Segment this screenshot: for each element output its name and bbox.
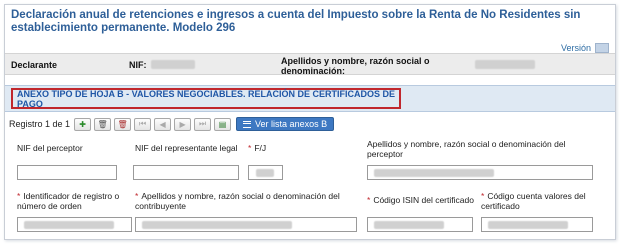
perceptor-name-redacted	[374, 169, 494, 177]
first-icon[interactable]: ⏮	[134, 117, 152, 131]
cuenta-valores-redacted	[488, 221, 568, 229]
contribuyente-name-redacted	[142, 221, 292, 229]
name-value-redacted	[475, 60, 535, 69]
validate-icon[interactable]: ▤	[214, 117, 232, 131]
record-toolbar: Registro 1 de 1 ✚ 🗑 🗑 ⏮ ◀ ▶ ⏭ ▤ Ver list…	[9, 117, 335, 131]
view-annex-list-button[interactable]: Ver lista anexos B	[236, 117, 335, 131]
list-icon	[243, 120, 252, 128]
required-mark: *	[17, 191, 21, 201]
next-icon[interactable]: ▶	[174, 117, 192, 131]
name-label: Apellidos y nombre, razón social o denom…	[281, 56, 430, 76]
previous-icon[interactable]: ◀	[154, 117, 172, 131]
required-mark: *	[367, 195, 371, 205]
record-counter: Registro 1 de 1	[9, 119, 71, 129]
nif-label: NIF:	[129, 60, 147, 70]
add-record-icon[interactable]: ✚	[74, 117, 92, 131]
declarante-bar: Declarante NIF: Apellidos y nombre, razó…	[5, 53, 615, 76]
cuenta-valores-field[interactable]	[481, 217, 593, 232]
annex-section-bar: ANEXO TIPO DE HOJA B - VALORES NEGOCIABL…	[5, 85, 615, 112]
cuenta-valores-label: * Código cuenta valores del certificado	[481, 191, 607, 211]
annex-title-highlight: ANEXO TIPO DE HOJA B - VALORES NEGOCIABL…	[11, 88, 401, 109]
required-mark: *	[481, 191, 485, 201]
version-icon[interactable]	[595, 43, 609, 53]
version-link[interactable]: Versión	[561, 43, 609, 53]
nif-representante-field[interactable]	[133, 165, 239, 180]
annex-title: ANEXO TIPO DE HOJA B - VALORES NEGOCIABL…	[17, 88, 396, 109]
perceptor-name-label: Apellidos y nombre, razón social o denom…	[367, 139, 566, 159]
isin-label: * Código ISIN del certificado	[367, 195, 474, 205]
isin-field[interactable]	[367, 217, 473, 232]
isin-label-text: Código ISIN del certificado	[373, 195, 474, 205]
fj-value-redacted	[256, 169, 274, 177]
contribuyente-name-label-text: Apellidos y nombre, razón social o denom…	[135, 191, 340, 211]
registro-label-text: Identificador de registro o número de or…	[17, 191, 120, 211]
view-annex-list-label: Ver lista anexos B	[255, 119, 328, 129]
registro-label: * Identificador de registro o número de o…	[17, 191, 129, 211]
registro-field[interactable]	[17, 217, 132, 232]
fj-label-text: F/J	[254, 143, 267, 153]
delete-all-icon[interactable]: 🗑	[114, 117, 132, 131]
contribuyente-name-field[interactable]	[135, 217, 357, 232]
required-mark: *	[135, 191, 139, 201]
delete-icon[interactable]: 🗑	[94, 117, 112, 131]
isin-value-redacted	[374, 221, 444, 229]
fj-label: * F/J	[248, 143, 266, 153]
nif-perceptor-label: NIF del perceptor	[17, 143, 83, 153]
nif-value-redacted	[151, 60, 195, 69]
form-window: Declaración anual de retenciones e ingre…	[4, 4, 616, 240]
nif-representante-label: NIF del representante legal	[135, 143, 238, 153]
fj-field[interactable]	[248, 165, 283, 180]
registro-value-redacted	[24, 221, 114, 229]
version-label[interactable]: Versión	[561, 43, 591, 53]
required-mark: *	[248, 143, 252, 153]
cuenta-valores-label-text: Código cuenta valores del certificado	[481, 191, 586, 211]
last-icon[interactable]: ⏭	[194, 117, 212, 131]
perceptor-name-field[interactable]	[367, 165, 593, 180]
page-title: Declaración anual de retenciones e ingre…	[11, 9, 581, 34]
declarante-label: Declarante	[11, 60, 58, 70]
contribuyente-name-label: * Apellidos y nombre, razón social o deno…	[135, 191, 360, 211]
nif-perceptor-field[interactable]	[17, 165, 117, 180]
